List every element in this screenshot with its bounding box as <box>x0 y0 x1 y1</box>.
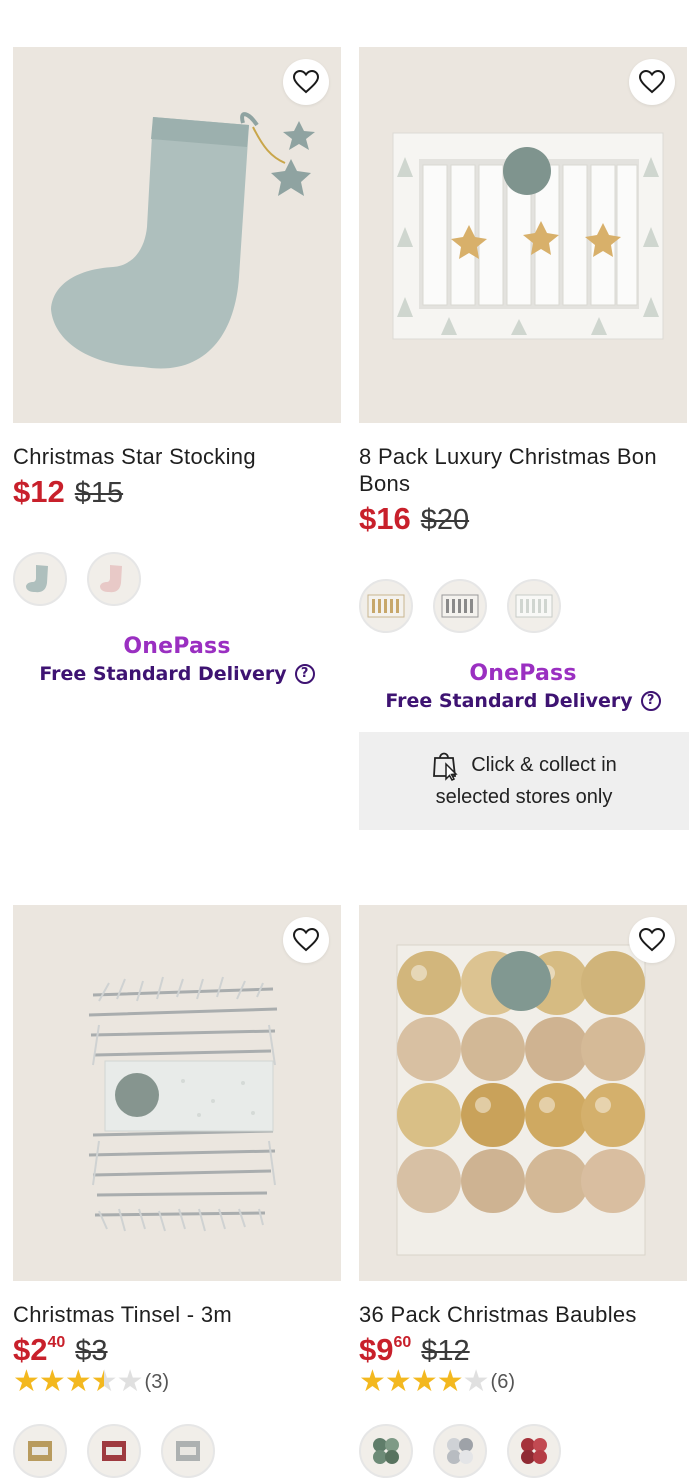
product-card[interactable]: Christmas Star Stocking $12 $15 OnePass … <box>13 47 341 685</box>
review-count[interactable]: (3) <box>145 1371 169 1394</box>
product-title[interactable]: Christmas Star Stocking <box>13 443 341 470</box>
price-row: $16 $20 <box>359 501 687 537</box>
swatch-bauble-green[interactable] <box>359 1424 413 1478</box>
star-icon: ★ <box>116 1365 144 1398</box>
sale-price: $960 <box>359 1332 412 1367</box>
review-count[interactable]: (6) <box>491 1371 515 1394</box>
free-delivery-label: Free Standard Delivery ? <box>359 690 687 712</box>
wishlist-heart-icon[interactable] <box>283 59 329 105</box>
wishlist-heart-icon[interactable] <box>283 917 329 963</box>
price-row: $240 $3 <box>13 1332 341 1368</box>
swatch-bonbon-white[interactable] <box>507 579 561 633</box>
swatch-tinsel-gold[interactable] <box>13 1424 67 1478</box>
was-price: $12 <box>421 1335 470 1367</box>
product-card[interactable]: Christmas Tinsel - 3m $240 $3 ★ ★ ★ ★ ★ … <box>13 905 341 1478</box>
swatch-bauble-red[interactable] <box>507 1424 561 1478</box>
swatch-stocking-blue[interactable] <box>13 552 67 606</box>
price-row: $960 $12 <box>359 1332 687 1368</box>
sale-price: $240 <box>13 1332 66 1367</box>
free-delivery-label: Free Standard Delivery ? <box>13 663 341 685</box>
stocking-image <box>13 47 341 423</box>
product-image[interactable] <box>13 47 341 423</box>
help-icon[interactable]: ? <box>294 664 315 684</box>
color-swatches <box>359 1424 687 1478</box>
star-icon: ★ <box>13 1365 40 1398</box>
click-collect-notice: Click & collect in selected stores only <box>359 732 689 830</box>
star-icon: ★ <box>38 1365 66 1398</box>
star-rating: ★ ★ ★ ★ ★ (3) <box>13 1365 341 1398</box>
delivery-text: Free Standard Delivery <box>385 690 633 712</box>
was-price: $3 <box>75 1335 108 1367</box>
swatch-bonbon-gold[interactable] <box>359 579 413 633</box>
color-swatches <box>13 1424 341 1478</box>
shopping-bag-cursor-icon <box>433 752 458 781</box>
swatch-bonbon-silver[interactable] <box>433 579 487 633</box>
sale-price: $16 <box>359 501 411 536</box>
wishlist-heart-icon[interactable] <box>629 59 675 105</box>
product-image[interactable] <box>13 905 341 1281</box>
star-icon: ★ <box>64 1365 92 1398</box>
star-icon: ★ <box>462 1365 490 1398</box>
star-icon: ★ <box>384 1365 412 1398</box>
collect-line-2: selected stores only <box>435 786 613 808</box>
swatch-stocking-pink[interactable] <box>87 552 141 606</box>
swatch-tinsel-silver[interactable] <box>161 1424 215 1478</box>
star-icon: ★ <box>436 1365 464 1398</box>
wishlist-heart-icon[interactable] <box>629 917 675 963</box>
color-swatches <box>13 552 341 606</box>
collect-line-1: Click & collect in <box>471 754 617 776</box>
star-half-icon: ★ <box>90 1365 118 1398</box>
baubles-image <box>359 905 687 1281</box>
was-price: $15 <box>74 477 124 509</box>
product-card[interactable]: 36 Pack Christmas Baubles $960 $12 ★ ★ ★… <box>359 905 687 1478</box>
product-title[interactable]: 36 Pack Christmas Baubles <box>359 1301 687 1328</box>
product-image[interactable] <box>359 905 687 1281</box>
price-row: $12 $15 <box>13 474 341 510</box>
product-card[interactable]: 8 Pack Luxury Christmas Bon Bons $16 $20… <box>359 47 689 830</box>
onepass-logo: OnePass <box>123 634 231 659</box>
was-price: $20 <box>420 504 470 536</box>
sale-price: $12 <box>13 474 65 509</box>
bonbons-image <box>359 47 687 423</box>
product-title[interactable]: 8 Pack Luxury Christmas Bon Bons <box>359 443 687 497</box>
swatch-tinsel-red[interactable] <box>87 1424 141 1478</box>
swatch-bauble-mixed[interactable] <box>433 1424 487 1478</box>
tinsel-image <box>13 905 341 1281</box>
help-icon[interactable]: ? <box>640 691 661 711</box>
product-title[interactable]: Christmas Tinsel - 3m <box>13 1301 341 1328</box>
onepass-logo: OnePass <box>469 661 577 686</box>
star-rating: ★ ★ ★ ★ ★ (6) <box>359 1365 687 1398</box>
star-icon: ★ <box>410 1365 438 1398</box>
product-image[interactable] <box>359 47 687 423</box>
delivery-text: Free Standard Delivery <box>39 663 287 685</box>
color-swatches <box>359 579 687 633</box>
star-icon: ★ <box>359 1365 386 1398</box>
